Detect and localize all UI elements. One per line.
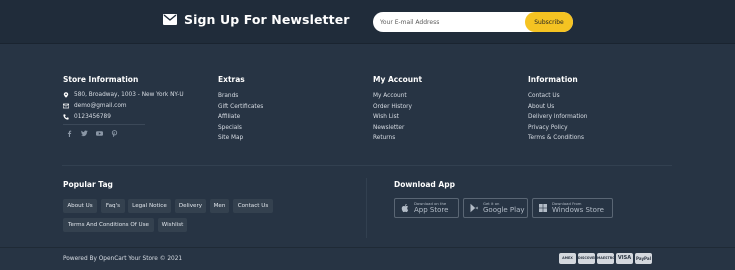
location-pin-icon: [63, 92, 69, 99]
store-info-divider: [63, 124, 145, 125]
store-email[interactable]: demo@gmail.com: [74, 103, 127, 109]
social-links: [66, 130, 119, 138]
phone-row: 0123456789: [63, 111, 184, 122]
tag-contact-us[interactable]: Contact Us: [233, 199, 273, 213]
link-my-account[interactable]: My Account: [373, 91, 422, 102]
information-title: Information: [528, 75, 578, 84]
store-info-column: Store Information 580, Broadway, 1003 - …: [63, 75, 184, 122]
bottom-divider: [0, 247, 735, 248]
information-links: Contact Us About Us Delivery Information…: [528, 91, 587, 144]
link-about-us[interactable]: About Us: [528, 102, 587, 113]
address-row: 580, Broadway, 1003 - New York NY-U: [63, 90, 184, 101]
app-store-button[interactable]: Download on the App Store: [394, 198, 459, 218]
twitter-icon[interactable]: [81, 130, 89, 138]
windows-store-button[interactable]: Download From Windows Store: [532, 198, 613, 218]
subscribe-button[interactable]: Subscribe: [525, 12, 573, 32]
facebook-icon[interactable]: [66, 130, 74, 138]
tag-men[interactable]: Men: [210, 199, 229, 213]
store-phone: 0123456789: [74, 113, 111, 120]
link-site-map[interactable]: Site Map: [218, 133, 263, 144]
paypal-icon: PayPal: [635, 253, 652, 264]
newsletter-email-input[interactable]: [380, 16, 520, 28]
section-divider: [62, 165, 672, 166]
newsletter-form: Subscribe: [373, 12, 573, 32]
google-play-button[interactable]: Get it on Google Play: [463, 198, 528, 218]
tag-delivery[interactable]: Delivery: [175, 199, 206, 213]
link-privacy-policy[interactable]: Privacy Policy: [528, 123, 587, 134]
tag-wishlist[interactable]: Wishlist: [158, 218, 187, 232]
link-order-history[interactable]: Order History: [373, 102, 422, 113]
download-app-title: Download App: [394, 180, 455, 189]
store-address: 580, Broadway, 1003 - New York NY-U: [74, 92, 184, 99]
link-returns[interactable]: Returns: [373, 133, 422, 144]
tag-legal-notice[interactable]: Legal Notice: [128, 199, 171, 213]
account-column: My Account My Account Order History Wish…: [373, 75, 422, 144]
google-play-icon: [470, 203, 478, 213]
newsletter-title: Sign Up For Newsletter: [184, 12, 350, 27]
store-info-title: Store Information: [63, 75, 139, 84]
extras-title: Extras: [218, 75, 245, 84]
envelope-icon: [163, 14, 177, 25]
phone-icon: [63, 114, 69, 120]
visa-icon: VISA: [616, 253, 633, 264]
payment-icons: AMEX DISCOVER MAESTRO VISA PayPal: [559, 253, 652, 264]
tag-terms-conditions-of-use[interactable]: Terms And Conditions Of Use: [63, 218, 154, 232]
link-newsletter[interactable]: Newsletter: [373, 123, 422, 134]
email-row: demo@gmail.com: [63, 101, 184, 112]
tag-faqs[interactable]: Faq's: [101, 199, 125, 213]
discover-icon: DISCOVER: [578, 253, 595, 264]
extras-links: Brands Gift Certificates Affiliate Speci…: [218, 91, 263, 144]
information-column: Information Contact Us About Us Delivery…: [528, 75, 587, 144]
youtube-icon[interactable]: [96, 130, 104, 138]
link-gift-certificates[interactable]: Gift Certificates: [218, 102, 263, 113]
link-contact-us[interactable]: Contact Us: [528, 91, 587, 102]
google-play-label: Google Play: [483, 206, 525, 214]
copyright-text: Powered By OpenCart Your Store © 2021: [63, 256, 183, 262]
link-delivery-information[interactable]: Delivery Information: [528, 112, 587, 123]
link-wish-list[interactable]: Wish List: [373, 112, 422, 123]
amex-icon: AMEX: [559, 253, 576, 264]
link-affiliate[interactable]: Affiliate: [218, 112, 263, 123]
extras-column: Extras Brands Gift Certificates Affiliat…: [218, 75, 263, 144]
popular-tag-title: Popular Tag: [63, 180, 113, 189]
newsletter-bar: Sign Up For Newsletter Subscribe: [0, 0, 735, 44]
pinterest-icon[interactable]: [111, 130, 119, 138]
link-brands[interactable]: Brands: [218, 91, 263, 102]
apple-icon: [401, 204, 409, 213]
link-terms-conditions[interactable]: Terms & Conditions: [528, 133, 587, 144]
windows-icon: [539, 204, 547, 212]
mail-icon: [63, 103, 69, 109]
app-store-label: App Store: [414, 206, 449, 214]
vertical-divider: [366, 178, 367, 238]
account-title: My Account: [373, 75, 423, 84]
link-specials[interactable]: Specials: [218, 123, 263, 134]
account-links: My Account Order History Wish List Newsl…: [373, 91, 422, 144]
windows-store-label: Windows Store: [552, 206, 604, 214]
maestro-icon: MAESTRO: [597, 253, 614, 264]
tag-about-us[interactable]: About Us: [63, 199, 97, 213]
